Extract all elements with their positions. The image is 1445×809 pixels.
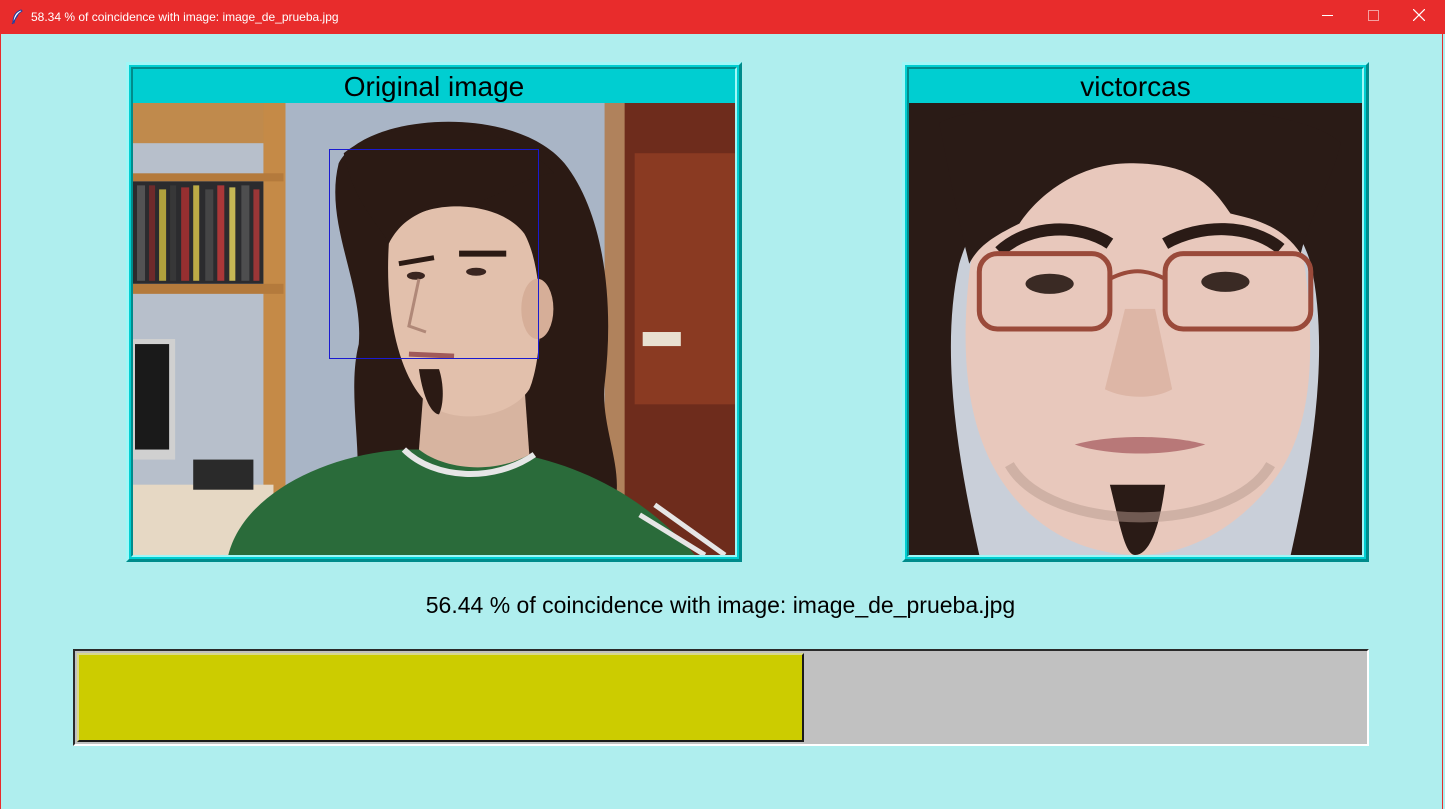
matched-person-name: victorcas xyxy=(1080,71,1191,102)
matched-image-panel: victorcas xyxy=(907,67,1364,557)
title-bar: 58.34 % of coincidence with image: image… xyxy=(0,0,1445,34)
maximize-icon xyxy=(1367,8,1379,26)
original-image-frame: Original image xyxy=(126,62,742,562)
feather-icon xyxy=(10,9,24,25)
close-button[interactable] xyxy=(1396,0,1442,34)
coincidence-progress-bar xyxy=(73,649,1369,746)
matched-image xyxy=(909,103,1362,555)
window-title: 58.34 % of coincidence with image: image… xyxy=(31,10,339,24)
minimize-button[interactable] xyxy=(1304,0,1350,34)
minimize-icon xyxy=(1321,8,1333,26)
progress-bar-fill xyxy=(77,653,804,742)
original-image-panel: Original image xyxy=(131,67,737,557)
coincidence-status-text: 56.44 % of coincidence with image: image… xyxy=(425,592,1016,618)
maximize-button[interactable] xyxy=(1350,0,1396,34)
matched-image-frame: victorcas xyxy=(902,62,1369,562)
face-detection-box xyxy=(329,149,539,359)
close-icon xyxy=(1412,8,1426,26)
original-image-title: Original image xyxy=(343,71,525,102)
